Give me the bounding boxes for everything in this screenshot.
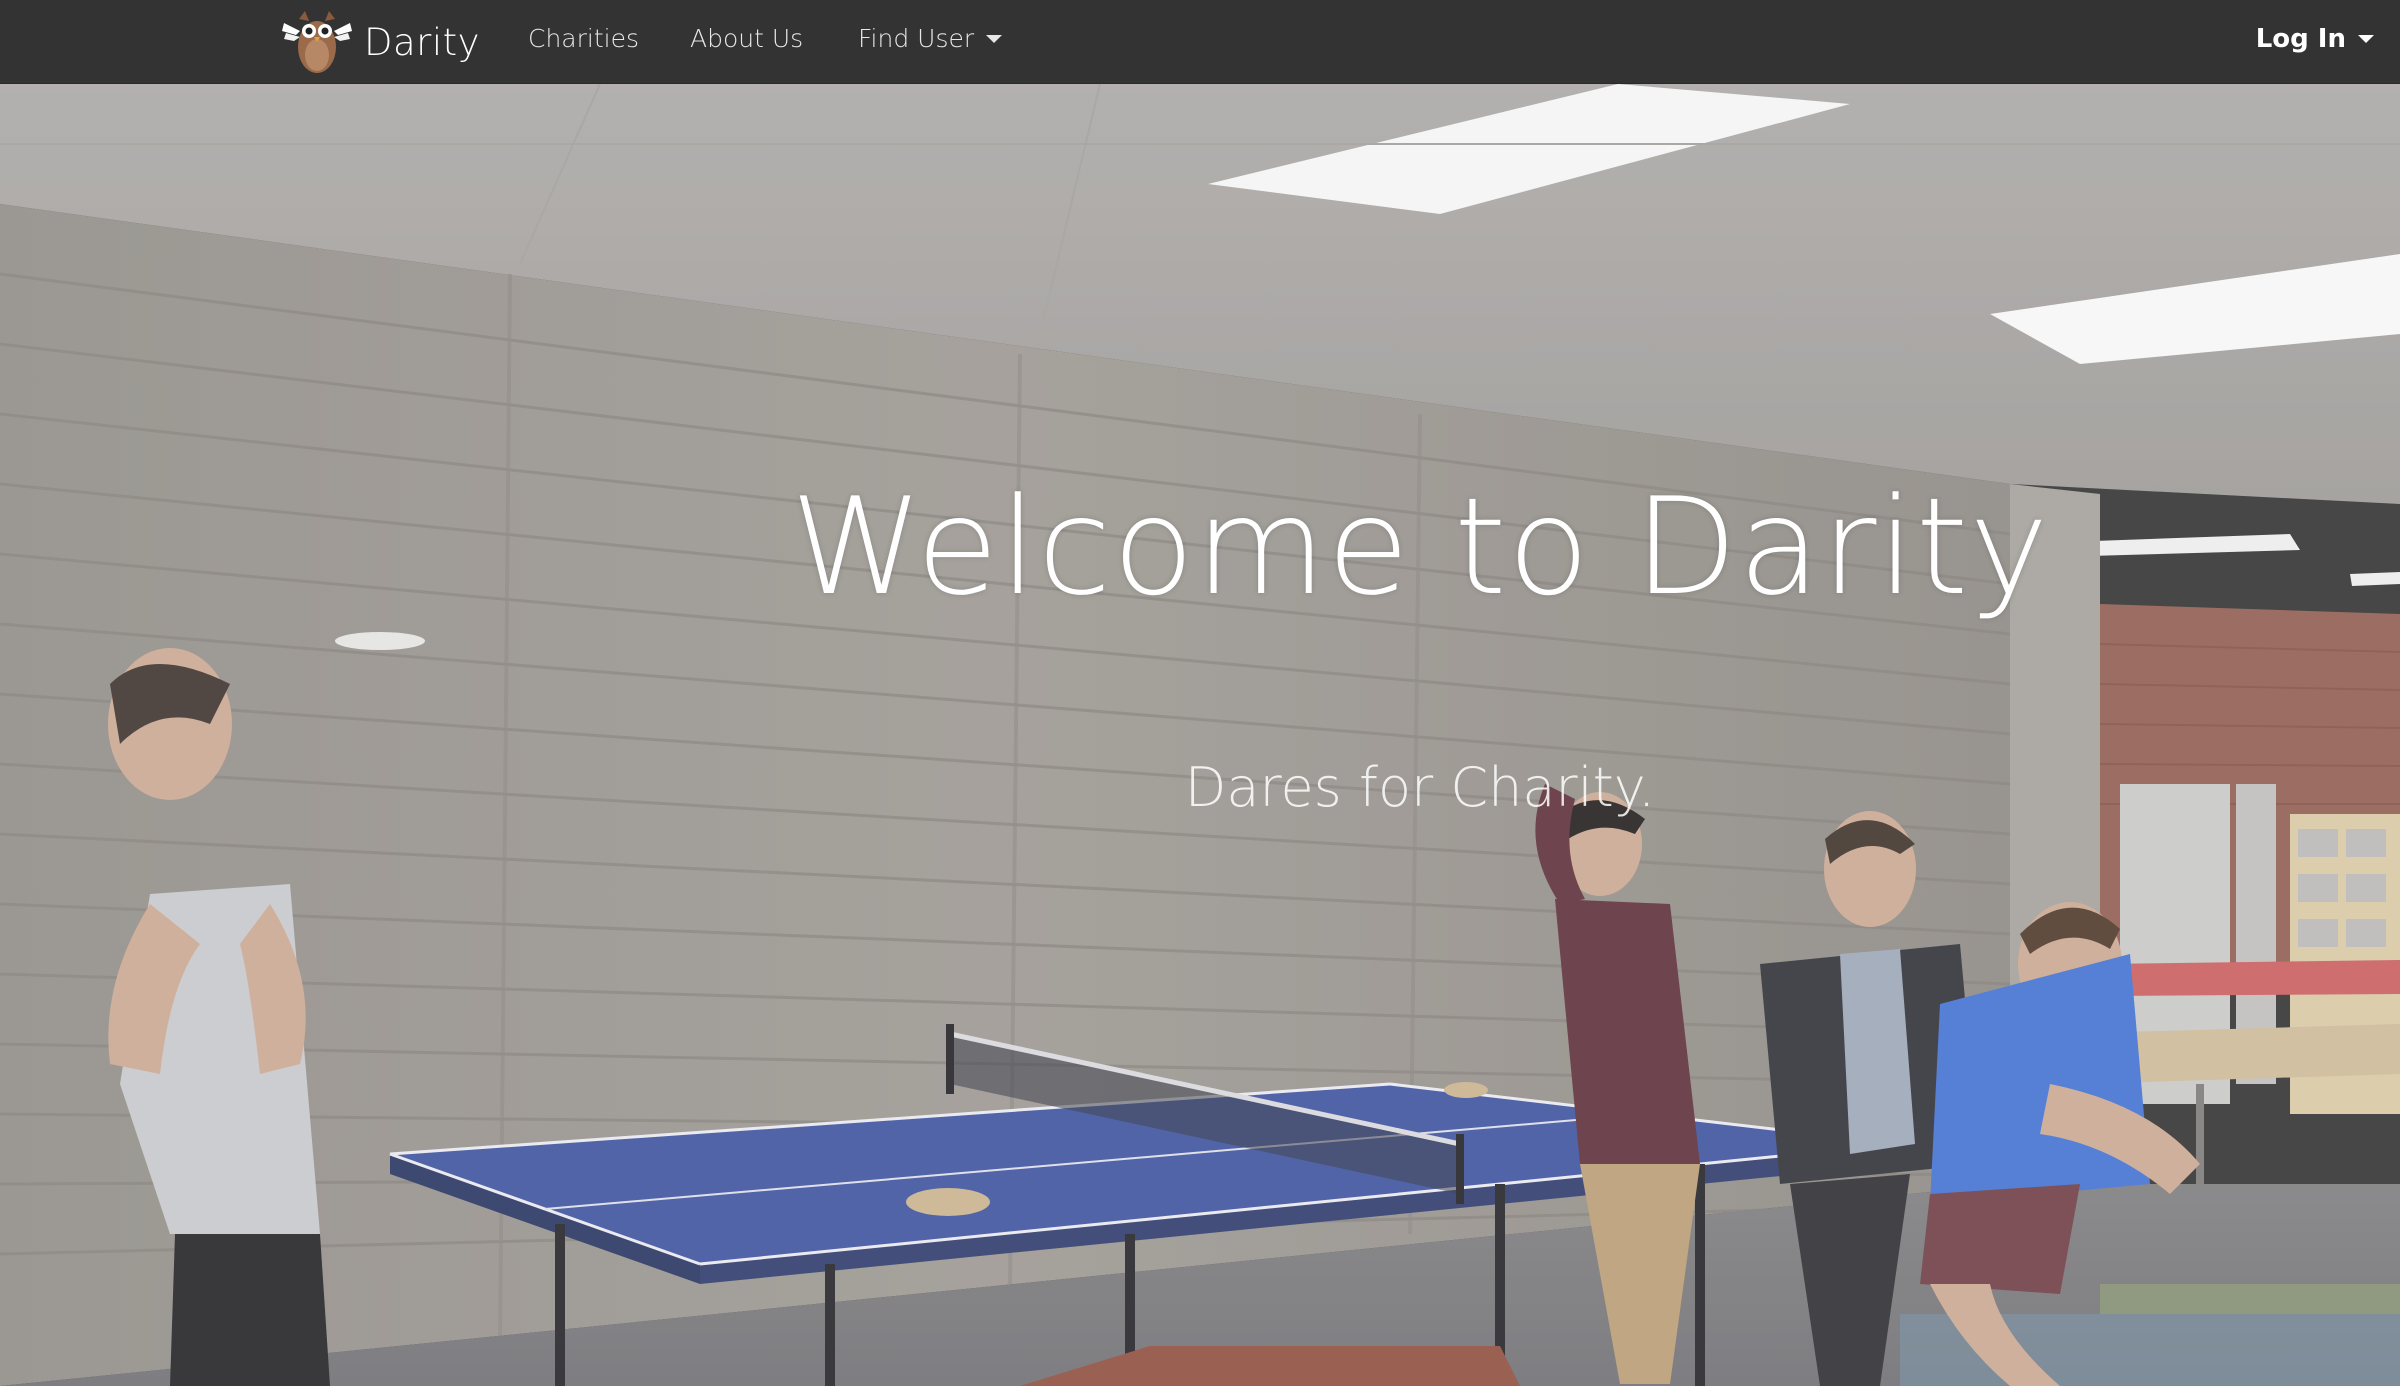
chevron-down-icon [2358, 34, 2374, 43]
hero-title: Welcome to Darity [790, 469, 2050, 625]
find-user-dropdown[interactable]: Find User [858, 0, 1003, 84]
nav-about-us-link[interactable]: About Us [690, 0, 803, 84]
hero-subtitle: Dares for Charity. [1184, 756, 1656, 819]
login-label: Log In [2255, 24, 2346, 54]
login-dropdown[interactable]: Log In [2256, 0, 2374, 84]
brand-name: Darity [364, 20, 481, 64]
brand-home-link[interactable]: Darity [280, 8, 480, 76]
hero-section: Welcome to Darity Dares for Charity. [0, 84, 2400, 1386]
owl-logo-icon [282, 11, 352, 73]
nav-charities-link[interactable]: Charities [528, 0, 639, 84]
top-navbar: Darity Charities About Us Find User Log … [0, 0, 2400, 84]
chevron-down-icon [986, 35, 1003, 43]
find-user-label: Find User [858, 24, 975, 53]
hero-photo-overlay [0, 84, 2400, 1386]
